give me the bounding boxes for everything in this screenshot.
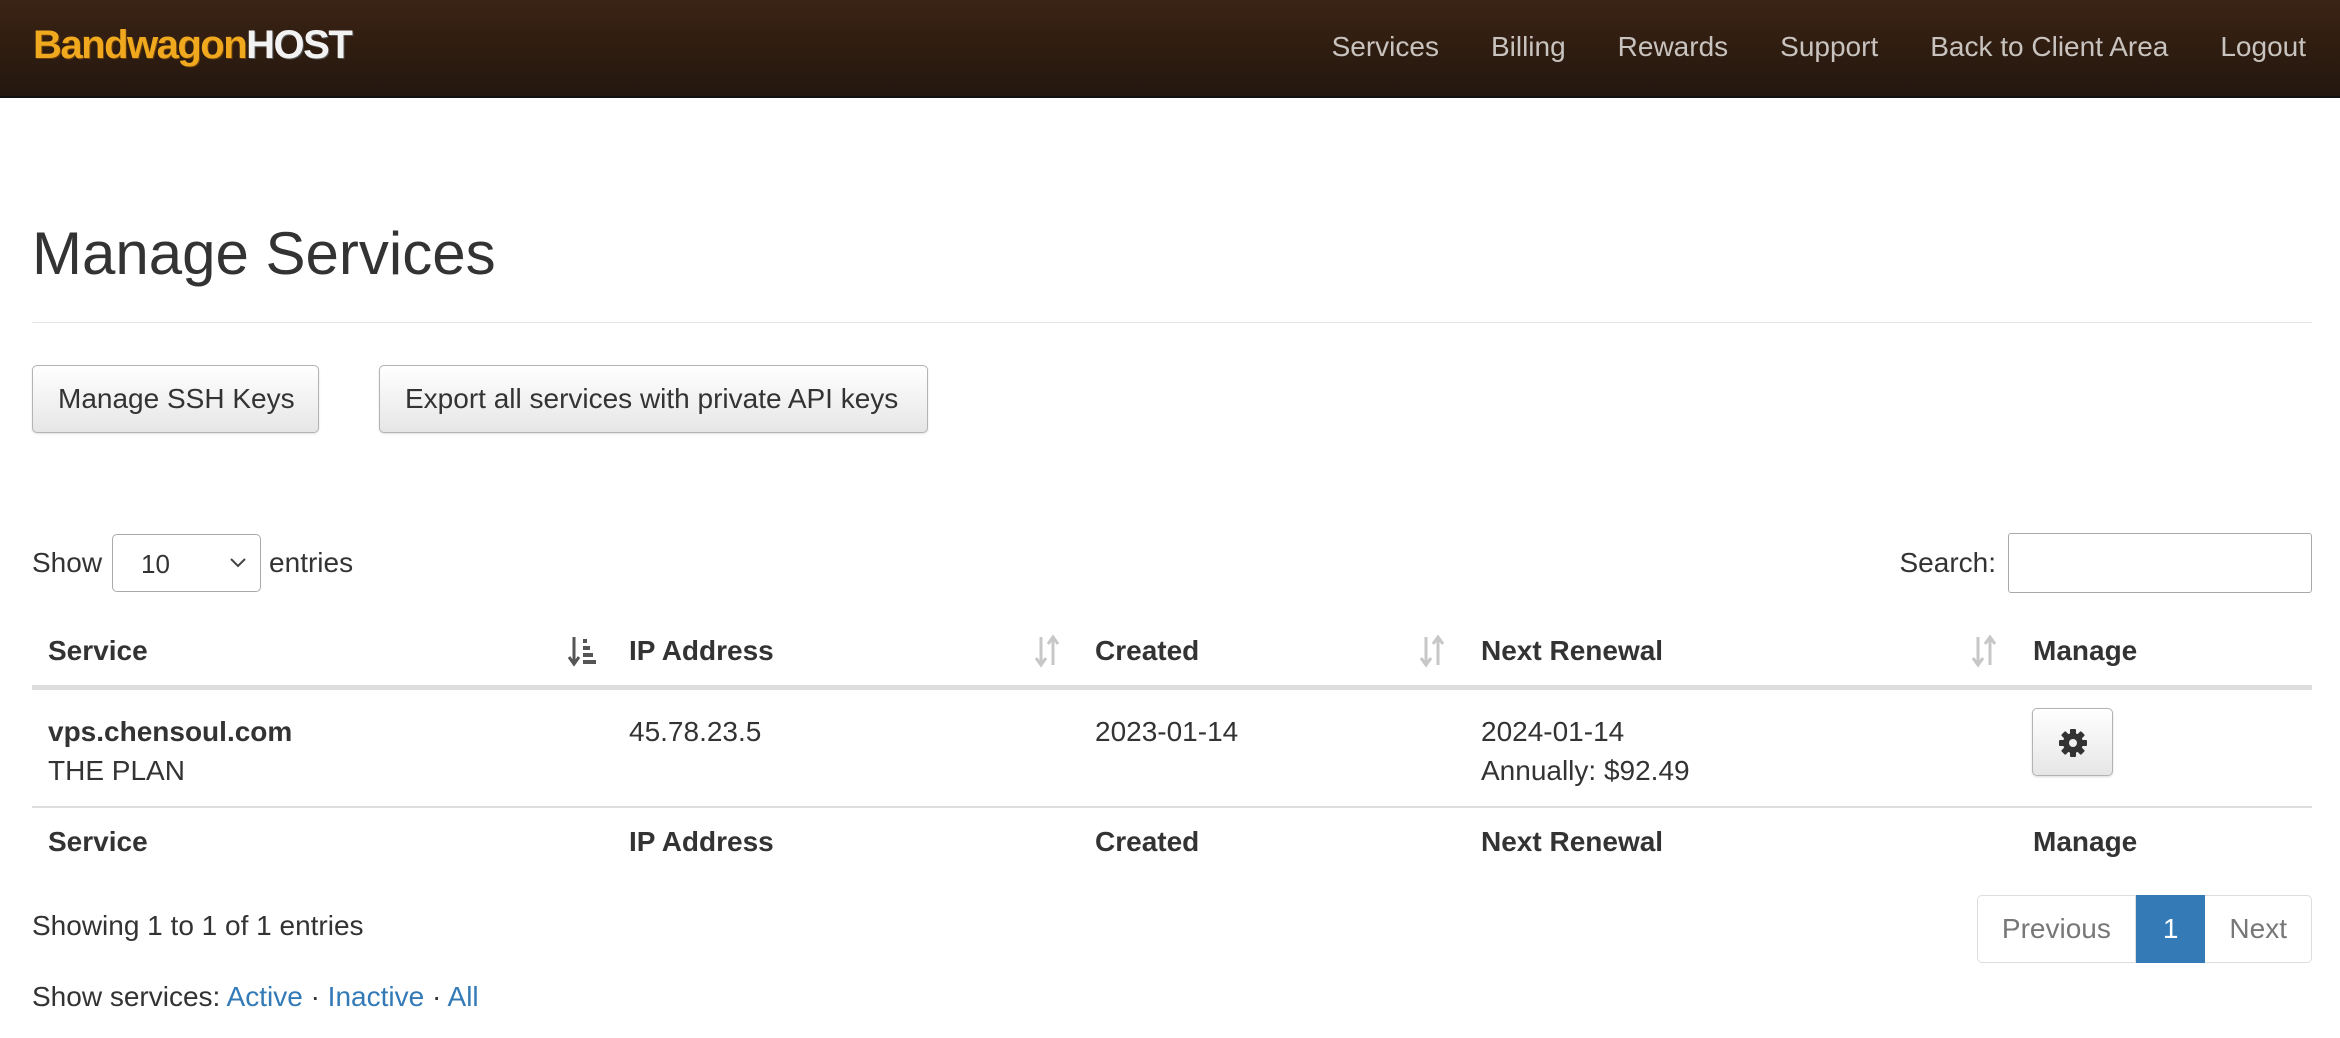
pagination-next[interactable]: Next [2205, 895, 2312, 963]
table-header-row: Service IP Address Created Next Renewal [32, 617, 2312, 690]
column-header-created[interactable]: Created [1095, 635, 1199, 667]
sort-icon[interactable] [1032, 633, 1062, 669]
column-header-service[interactable]: Service [48, 635, 148, 667]
nav-rewards[interactable]: Rewards [1592, 0, 1754, 94]
table-footer-row: Service IP Address Created Next Renewal … [32, 808, 2312, 884]
manage-ssh-keys-button[interactable]: Manage SSH Keys [32, 365, 319, 433]
service-filter: Show services: Active · Inactive · All [32, 981, 479, 1013]
search-control: Search: [1899, 532, 2312, 593]
top-navbar: BandwagonHOST Services Billing Rewards S… [0, 0, 2340, 98]
service-cell: vps.chensoul.com THE PLAN [48, 712, 292, 790]
brand-part-1: Bandwagon [33, 23, 248, 67]
nav-support[interactable]: Support [1754, 0, 1904, 94]
nav-billing[interactable]: Billing [1465, 0, 1592, 94]
entries-label: entries [269, 547, 354, 578]
title-divider [32, 322, 2312, 323]
filter-active-link[interactable]: Active [227, 981, 303, 1012]
service-plan: THE PLAN [48, 755, 185, 786]
gear-icon [2059, 729, 2087, 757]
filter-label: Show services: [32, 981, 221, 1012]
billing-cycle: Annually: $92.49 [1481, 755, 1690, 786]
entries-length-control: Show 10 entries [32, 533, 353, 593]
filter-separator: · [431, 981, 442, 1012]
created-cell: 2023-01-14 [1095, 716, 1239, 747]
table-info: Showing 1 to 1 of 1 entries [32, 910, 364, 941]
filter-inactive-link[interactable]: Inactive [328, 981, 425, 1012]
chevron-down-icon [230, 558, 246, 568]
renewal-date: 2024-01-14 [1481, 716, 1625, 747]
pagination-page-1[interactable]: 1 [2135, 895, 2206, 963]
nav-links: Services Billing Rewards Support Back to… [1306, 0, 2332, 94]
column-header-manage: Manage [2033, 635, 2138, 666]
sort-icon[interactable] [1969, 633, 1999, 669]
footer-created: Created [1095, 826, 1200, 857]
search-input[interactable] [2008, 532, 2312, 593]
show-label: Show [32, 547, 103, 578]
export-services-button[interactable]: Export all services with private API key… [379, 365, 928, 433]
manage-service-button[interactable] [2032, 708, 2113, 776]
brand-part-2: HOST [246, 23, 353, 67]
entries-select-value: 10 [141, 549, 170, 579]
entries-select[interactable]: 10 [112, 534, 262, 592]
next-renewal-cell: 2024-01-14 Annually: $92.49 [1481, 712, 1690, 790]
filter-separator: · [310, 981, 320, 1012]
sort-icon[interactable] [1417, 633, 1447, 669]
search-label: Search: [1899, 546, 1997, 578]
column-header-ip-address[interactable]: IP Address [629, 635, 774, 667]
sort-ascending-icon[interactable] [567, 633, 597, 669]
pagination-previous[interactable]: Previous [1976, 895, 2136, 963]
footer-next-renewal: Next Renewal [1481, 826, 1664, 857]
ip-address-cell: 45.78.23.5 [629, 716, 762, 747]
service-hostname: vps.chensoul.com [48, 716, 293, 747]
column-header-next-renewal[interactable]: Next Renewal [1481, 635, 1663, 667]
pagination: Previous 1 Next [1976, 895, 2312, 963]
services-table: Service IP Address Created Next Renewal [32, 617, 2312, 884]
filter-all-link[interactable]: All [448, 981, 479, 1012]
footer-ip-address: IP Address [629, 826, 774, 857]
nav-logout[interactable]: Logout [2194, 0, 2332, 94]
footer-manage: Manage [2033, 826, 2138, 857]
table-row: vps.chensoul.com THE PLAN 45.78.23.5 202… [32, 690, 2312, 808]
nav-back-to-client-area[interactable]: Back to Client Area [1904, 0, 2194, 94]
footer-service: Service [48, 826, 148, 857]
brand-logo[interactable]: BandwagonHOST [33, 20, 353, 70]
page-title: Manage Services [32, 220, 496, 287]
nav-services[interactable]: Services [1306, 0, 1465, 94]
